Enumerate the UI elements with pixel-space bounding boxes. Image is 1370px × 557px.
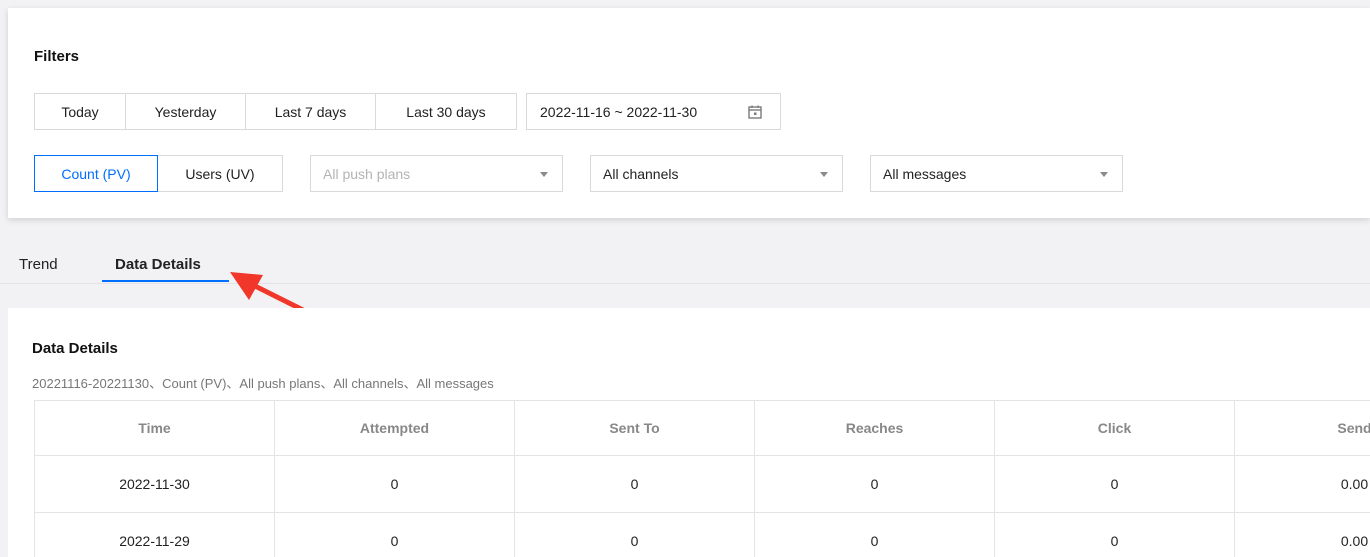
cell-attempted: 0 (274, 512, 515, 557)
data-details-panel: Data Details 20221116-20221130、Count (PV… (8, 308, 1370, 557)
table-header-row: Time Attempted Sent To Reaches Click Sen… (34, 400, 1370, 456)
data-details-table: Time Attempted Sent To Reaches Click Sen… (34, 400, 1370, 557)
cell-send: 0.00 (1234, 455, 1370, 513)
cell-time: 2022-11-30 (34, 455, 275, 513)
table-row: 2022-11-29 0 0 0 0 0.00 (34, 512, 1370, 557)
filters-title: Filters (34, 48, 80, 65)
column-header-reaches: Reaches (754, 400, 995, 456)
tab-data-details[interactable]: Data Details (115, 256, 201, 273)
calendar-icon[interactable] (747, 104, 763, 123)
column-header-send: Send (1234, 400, 1370, 456)
users-uv-button[interactable]: Users (UV) (157, 155, 283, 192)
cell-attempted: 0 (274, 455, 515, 513)
column-header-attempted: Attempted (274, 400, 515, 456)
cell-click: 0 (994, 455, 1235, 513)
active-tab-indicator (102, 280, 229, 282)
page: Filters Today Yesterday Last 7 days Last… (0, 0, 1370, 557)
yesterday-button[interactable]: Yesterday (125, 93, 246, 130)
push-plan-select[interactable]: All push plans (310, 155, 563, 192)
date-range-value: 2022-11-16 ~ 2022-11-30 (540, 103, 698, 120)
last-30-days-button[interactable]: Last 30 days (375, 93, 517, 130)
cell-send: 0.00 (1234, 512, 1370, 557)
cell-reaches: 0 (754, 455, 995, 513)
date-range-picker[interactable]: 2022-11-16 ~ 2022-11-30 (526, 93, 781, 130)
last-7-days-button[interactable]: Last 7 days (245, 93, 376, 130)
column-header-time: Time (34, 400, 275, 456)
column-header-click: Click (994, 400, 1235, 456)
chevron-down-icon (820, 172, 828, 177)
count-pv-button[interactable]: Count (PV) (34, 155, 158, 192)
message-select-value: All messages (883, 165, 967, 182)
cell-sent-to: 0 (514, 455, 755, 513)
cell-reaches: 0 (754, 512, 995, 557)
today-button[interactable]: Today (34, 93, 126, 130)
cell-time: 2022-11-29 (34, 512, 275, 557)
metric-toggle: Count (PV) Users (UV) (34, 155, 283, 192)
push-plan-placeholder: All push plans (323, 165, 411, 182)
channel-select-value: All channels (603, 165, 679, 182)
message-select[interactable]: All messages (870, 155, 1123, 192)
table-row: 2022-11-30 0 0 0 0 0.00 (34, 455, 1370, 513)
data-details-subtitle: 20221116-20221130、Count (PV)、All push pl… (32, 376, 494, 391)
cell-click: 0 (994, 512, 1235, 557)
cell-sent-to: 0 (514, 512, 755, 557)
quick-range-group: Today Yesterday Last 7 days Last 30 days (34, 93, 517, 130)
column-header-sent-to: Sent To (514, 400, 755, 456)
tab-trend[interactable]: Trend (19, 256, 58, 273)
chevron-down-icon (1100, 172, 1108, 177)
filters-panel: Filters Today Yesterday Last 7 days Last… (8, 8, 1370, 218)
tab-bar: Trend Data Details (0, 248, 1370, 284)
channel-select[interactable]: All channels (590, 155, 843, 192)
chevron-down-icon (540, 172, 548, 177)
data-details-title: Data Details (32, 340, 118, 357)
